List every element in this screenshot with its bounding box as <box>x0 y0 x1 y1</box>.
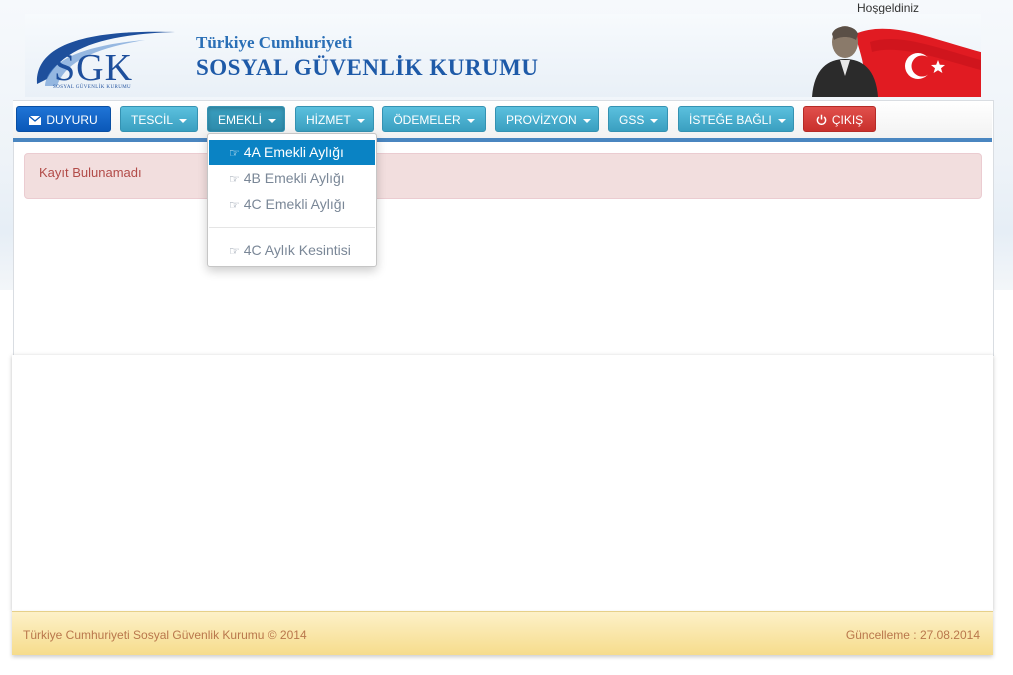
nav-gss-button[interactable]: GSS <box>608 106 668 132</box>
nav-cikis-label: ÇIKIŞ <box>831 113 864 127</box>
nav-emekli-label: EMEKLİ <box>218 113 263 127</box>
page-footer: Türkiye Cumhuriyeti Sosyal Güvenlik Kuru… <box>12 611 993 655</box>
caret-down-icon <box>466 118 475 123</box>
hand-pointer-icon: ☞ <box>229 244 240 258</box>
menu-item-4b-emekli-ayligi[interactable]: ☞ 4B Emekli Aylığı <box>209 166 375 191</box>
nav-duyuru-label: DUYURU <box>46 113 98 127</box>
welcome-text: Hoşgeldiniz <box>857 1 920 15</box>
caret-down-icon <box>650 118 659 123</box>
sgk-logo-text[interactable]: SGK <box>54 46 133 90</box>
emekli-dropdown-menu: ☞ 4A Emekli Aylığı ☞ 4B Emekli Aylığı ☞ 4C … <box>207 133 377 267</box>
nav-odemeler-label: ÖDEMELER <box>393 113 461 127</box>
nav-hizmet-button[interactable]: HİZMET <box>295 106 374 132</box>
caret-down-icon <box>356 118 365 123</box>
nav-odemeler-button[interactable]: ÖDEMELER <box>382 106 486 132</box>
menu-item-4c-aylik-kesintisi[interactable]: ☞ 4C Aylık Kesintisi <box>209 238 375 263</box>
hand-pointer-icon: ☞ <box>229 172 240 186</box>
nav-istege-bagli-button[interactable]: İSTEĞE BAĞLI <box>678 106 794 132</box>
footer-copyright: Türkiye Cumhuriyeti Sosyal Güvenlik Kuru… <box>23 628 307 642</box>
hand-pointer-icon: ☞ <box>229 198 240 212</box>
menu-item-label: 4B Emekli Aylığı <box>243 170 345 186</box>
menu-item-label: 4A Emekli Aylığı <box>243 144 344 160</box>
nav-duyuru-button[interactable]: DUYURU <box>16 106 111 132</box>
nav-tescil-button[interactable]: TESCİL <box>120 106 198 132</box>
hand-pointer-icon: ☞ <box>229 146 240 160</box>
nav-gss-label: GSS <box>619 113 645 127</box>
menu-item-label: 4C Aylık Kesintisi <box>243 242 351 258</box>
no-record-alert: Kayıt Bulunamadı <box>24 153 982 199</box>
alert-text: Kayıt Bulunamadı <box>39 165 142 180</box>
nav-cikis-button[interactable]: ÇIKIŞ <box>803 106 876 132</box>
menu-item-label: 4C Emekli Aylığı <box>243 196 346 212</box>
menu-divider <box>209 227 375 228</box>
nav-emekli-button[interactable]: EMEKLİ <box>207 106 285 132</box>
power-icon <box>816 108 827 134</box>
menu-item-4c-emekli-ayligi[interactable]: ☞ 4C Emekli Aylığı <box>209 192 375 217</box>
nav-tescil-label: TESCİL <box>131 113 174 127</box>
main-navbar: DUYURU TESCİL EMEKLİ HİZMET ÖDEMELER PRO… <box>13 101 992 142</box>
nav-hizmet-label: HİZMET <box>306 113 351 127</box>
brand-title-line2: SOSYAL GÜVENLİK KURUMU <box>196 55 539 80</box>
envelope-icon <box>28 108 42 134</box>
caret-down-icon <box>268 118 277 123</box>
footer-update-date: Güncelleme : 27.08.2014 <box>845 628 980 642</box>
nav-istege-bagli-label: İSTEĞE BAĞLI <box>689 113 772 127</box>
menu-item-4a-emekli-ayligi[interactable]: ☞ 4A Emekli Aylığı <box>209 140 375 165</box>
caret-down-icon <box>582 118 591 123</box>
site-header: SGK SOSYAL GÜVENLİK KURUMU Türkiye Cumhu… <box>25 14 981 97</box>
sgk-logo-subtitle: SOSYAL GÜVENLİK KURUMU <box>53 85 132 90</box>
nav-provizyon-button[interactable]: PROVİZYON <box>495 106 599 132</box>
flag-portrait-banner <box>812 26 981 97</box>
content-panel-lower <box>12 355 993 611</box>
caret-down-icon <box>777 118 786 123</box>
caret-down-icon <box>179 118 188 123</box>
brand-title-line1: Türkiye Cumhuriyeti <box>196 33 353 52</box>
nav-provizyon-label: PROVİZYON <box>506 113 577 127</box>
